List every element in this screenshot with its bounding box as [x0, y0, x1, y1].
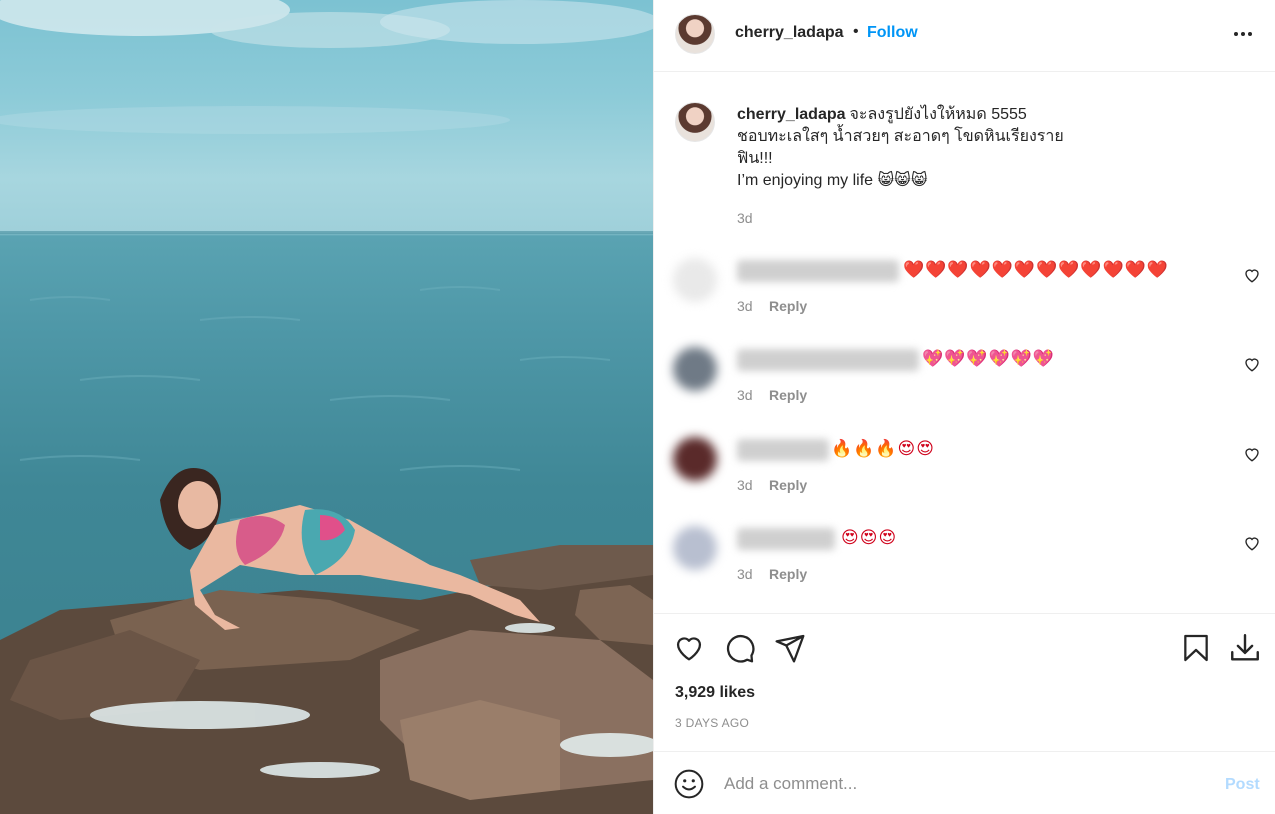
comment-timestamp[interactable]: 3d [737, 566, 753, 582]
download-icon [1231, 634, 1259, 661]
comment-item: 💖💖💖💖💖💖 3d Reply [654, 347, 1275, 427]
post-photo [0, 0, 653, 814]
caption-line-2: ชอบทะเลใสๆ น้ำสวยๆ สะอาดๆ โขดหินเรียงราย [737, 128, 1064, 145]
comment-text: ❤️❤️❤️❤️❤️❤️❤️❤️❤️❤️❤️❤️ [903, 260, 1170, 279]
commenter-username-blurred[interactable] [737, 439, 829, 461]
beach-scene-image [0, 0, 653, 814]
like-comment-heart-icon[interactable] [1243, 355, 1261, 373]
comment-timestamp[interactable]: 3d [737, 477, 753, 493]
post-side-panel: cherry_ladapa • Follow cherry_ladapa จะลง… [653, 0, 1275, 814]
caption-username[interactable]: cherry_ladapa [737, 106, 846, 123]
commenter-avatar[interactable] [673, 258, 717, 302]
comment-text: 💖💖💖💖💖💖 [922, 349, 1056, 368]
caption-timestamp[interactable]: 3d [737, 210, 753, 226]
like-comment-heart-icon[interactable] [1243, 266, 1261, 284]
post-header: cherry_ladapa • Follow [654, 0, 1275, 72]
caption-author-avatar[interactable] [675, 102, 715, 142]
follow-button[interactable]: Follow [867, 24, 918, 42]
comment-button[interactable] [722, 630, 758, 666]
commenter-username-blurred[interactable] [737, 260, 899, 282]
commenter-avatar[interactable] [673, 437, 717, 481]
like-comment-heart-icon[interactable] [1243, 445, 1261, 463]
commenter-username-blurred[interactable] [737, 528, 835, 550]
caption-line-3: ฟิน!!! [737, 150, 773, 167]
commenter-avatar[interactable] [673, 347, 717, 391]
commenter-username-blurred[interactable] [737, 349, 919, 371]
emoji-smile-icon[interactable] [673, 768, 705, 800]
more-options-icon[interactable] [1229, 20, 1257, 48]
header-separator: • [853, 23, 859, 40]
post-actions: 3,929 likes 3 DAYS AGO [654, 613, 1275, 751]
save-button[interactable] [1178, 630, 1214, 666]
bookmark-icon [1184, 634, 1208, 662]
reply-button[interactable]: Reply [769, 477, 807, 493]
reply-button[interactable]: Reply [769, 298, 807, 314]
comment-item: ❤️❤️❤️❤️❤️❤️❤️❤️❤️❤️❤️❤️ 3d Reply [654, 258, 1275, 338]
caption-line-1: จะลงรูปยังไงให้หมด 5555 [849, 106, 1027, 123]
share-icon [775, 634, 805, 663]
like-comment-heart-icon[interactable] [1243, 534, 1261, 552]
comment-text: 🔥🔥🔥😍😍 [831, 439, 935, 458]
download-button[interactable] [1227, 630, 1263, 666]
caption-line-4: I’m enjoying my life 😸😸😸 [737, 172, 928, 189]
comment-timestamp[interactable]: 3d [737, 298, 753, 314]
heart-icon [676, 637, 702, 661]
author-username[interactable]: cherry_ladapa [735, 24, 844, 42]
comment-item: 😍😍😍 3d Reply [654, 526, 1275, 606]
reply-button[interactable]: Reply [769, 566, 807, 582]
caption-text: cherry_ladapa จะลงรูปยังไงให้หมด 5555 ชอบ… [737, 104, 1117, 192]
comment-input[interactable] [724, 770, 1194, 798]
share-button[interactable] [772, 630, 808, 666]
comment-text: 😍😍😍 [841, 528, 898, 547]
post-date[interactable]: 3 DAYS AGO [675, 716, 749, 730]
comment-timestamp[interactable]: 3d [737, 387, 753, 403]
reply-button[interactable]: Reply [769, 387, 807, 403]
add-comment-bar: Post [654, 751, 1275, 814]
author-avatar[interactable] [675, 14, 715, 54]
comment-icon [726, 634, 755, 663]
comment-item: 🔥🔥🔥😍😍 3d Reply [654, 437, 1275, 517]
commenter-avatar[interactable] [673, 526, 717, 570]
likes-count[interactable]: 3,929 likes [675, 684, 755, 702]
post-comment-button[interactable]: Post [1225, 776, 1260, 794]
like-button[interactable] [671, 630, 707, 666]
